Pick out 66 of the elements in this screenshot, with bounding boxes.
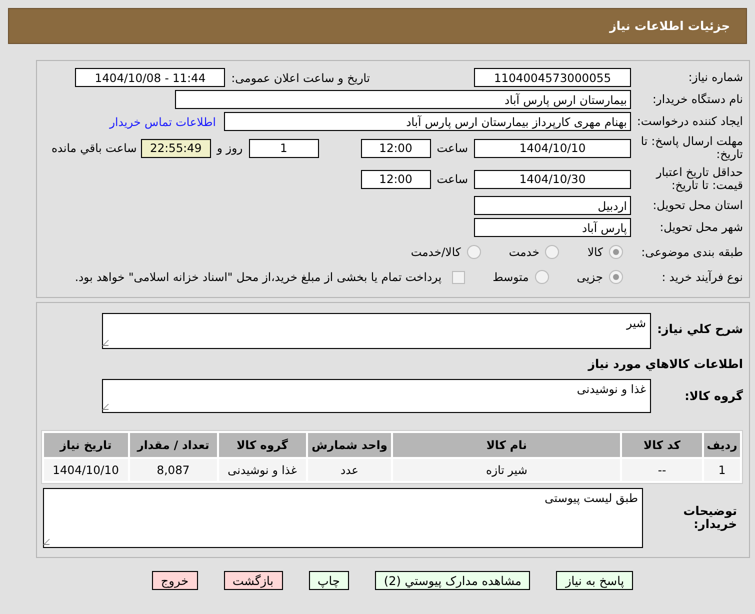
table-cell: غذا و نوشیدنی bbox=[218, 459, 306, 481]
input-field[interactable]: 12:00 bbox=[360, 138, 431, 158]
input-field[interactable]: پارس آباد bbox=[474, 218, 631, 237]
field-label: روز و bbox=[216, 141, 243, 155]
field-label: تاریخ و ساعت اعلان عمومی: bbox=[231, 70, 370, 84]
table-cell: عدد bbox=[308, 459, 392, 481]
contact-link[interactable]: اطلاعات تماس خریدار bbox=[109, 114, 216, 128]
action-button[interactable]: چاپ bbox=[308, 571, 349, 590]
radio-button[interactable] bbox=[545, 245, 560, 259]
radio-button[interactable] bbox=[534, 270, 549, 284]
notes-field[interactable]: طبق لیست پیوستی bbox=[43, 488, 643, 548]
countdown-field[interactable]: 22:55:49 bbox=[140, 138, 211, 158]
field-label: ایجاد کننده درخواست: bbox=[636, 115, 743, 128]
column-header: ردیف bbox=[704, 433, 740, 457]
table-cell: -- bbox=[622, 459, 702, 481]
exit-button[interactable]: بازگشت bbox=[224, 571, 282, 590]
input-field[interactable]: 1404/10/08 - 11:44 bbox=[75, 68, 226, 87]
input-field[interactable]: 1 bbox=[248, 138, 319, 158]
radio-button[interactable] bbox=[609, 270, 623, 284]
field-label: ساعت bbox=[436, 141, 468, 155]
option-label: کالا/خدمت bbox=[410, 245, 461, 259]
option-label: کالا bbox=[587, 245, 603, 259]
column-header: تعداد / مقدار bbox=[130, 433, 217, 457]
input-field[interactable]: 1104004573000055 bbox=[474, 68, 631, 87]
radio-button[interactable] bbox=[609, 245, 623, 259]
exit-button[interactable]: خروج bbox=[152, 571, 198, 590]
field-label: شماره نیاز: bbox=[687, 71, 743, 84]
field-label: ساعت bbox=[436, 172, 468, 186]
field-label: گروه کالا: bbox=[684, 390, 743, 402]
checkbox-label: پرداخت تمام یا بخشی از مبلغ خرید،از محل "اسناد خزانه اسلامی" خواهد بود. bbox=[74, 270, 442, 284]
field-label: نام دستگاه خریدار: bbox=[651, 93, 743, 106]
column-header: کد کالا bbox=[622, 433, 702, 457]
table-cell: شیر تازه bbox=[393, 459, 620, 481]
table-cell: 8,087 bbox=[130, 459, 217, 481]
option-label: متوسط bbox=[492, 270, 529, 284]
option-label: جزیی bbox=[576, 270, 603, 284]
description-field[interactable]: شیر bbox=[102, 313, 651, 349]
field-label: توضیحات خریدار: bbox=[682, 505, 738, 531]
column-header: نام کالا bbox=[393, 433, 620, 457]
input-field[interactable]: 12:00 bbox=[360, 170, 431, 188]
radio-button[interactable] bbox=[466, 245, 481, 259]
table-cell: 1 bbox=[704, 459, 740, 481]
column-header: گروه کالا bbox=[218, 433, 306, 457]
column-header: واحد شمارش bbox=[308, 433, 392, 457]
action-button[interactable]: مشاهده مدارک پیوستي (2) bbox=[374, 571, 530, 590]
input-field[interactable]: 1404/10/30 bbox=[474, 170, 631, 188]
field-label: حداقل تاریخ اعتبار قیمت: تا تاریخ: bbox=[654, 166, 743, 192]
field-label: شهر محل تحویل: bbox=[658, 221, 743, 234]
action-button[interactable]: پاسخ به نیاز bbox=[556, 571, 634, 590]
field-label: استان محل تحویل: bbox=[652, 199, 743, 212]
checkbox[interactable] bbox=[452, 270, 465, 284]
field-label: طبقه بندی موضوعی: bbox=[640, 246, 743, 258]
table-cell: 1404/10/10 bbox=[44, 459, 128, 481]
column-header: تاریخ نیاز bbox=[44, 433, 128, 457]
field-label: نوع فرآیند خرید : bbox=[660, 270, 743, 284]
input-field[interactable]: اردبیل bbox=[474, 196, 631, 215]
section-title: اطلاعات کالاهاي مورد نیاز bbox=[588, 357, 743, 371]
input-field[interactable]: بهنام مهری کارپرداز بیمارستان ارس پارس آباد bbox=[224, 112, 631, 131]
input-field[interactable]: بیمارستان ارس پارس آباد bbox=[175, 90, 631, 109]
option-label: خدمت bbox=[508, 245, 540, 259]
input-field[interactable]: 1404/10/10 bbox=[474, 138, 631, 158]
goods-group-field[interactable]: غذا و نوشیدنی bbox=[102, 379, 651, 413]
page-title: جزئیات اطلاعات نیاز bbox=[609, 19, 730, 33]
field-label: مهلت ارسال پاسخ: تا تاریخ: bbox=[640, 135, 743, 161]
field-label: ساعت باقي مانده bbox=[52, 141, 137, 155]
field-label: شرح کلي نیاز: bbox=[656, 321, 743, 336]
